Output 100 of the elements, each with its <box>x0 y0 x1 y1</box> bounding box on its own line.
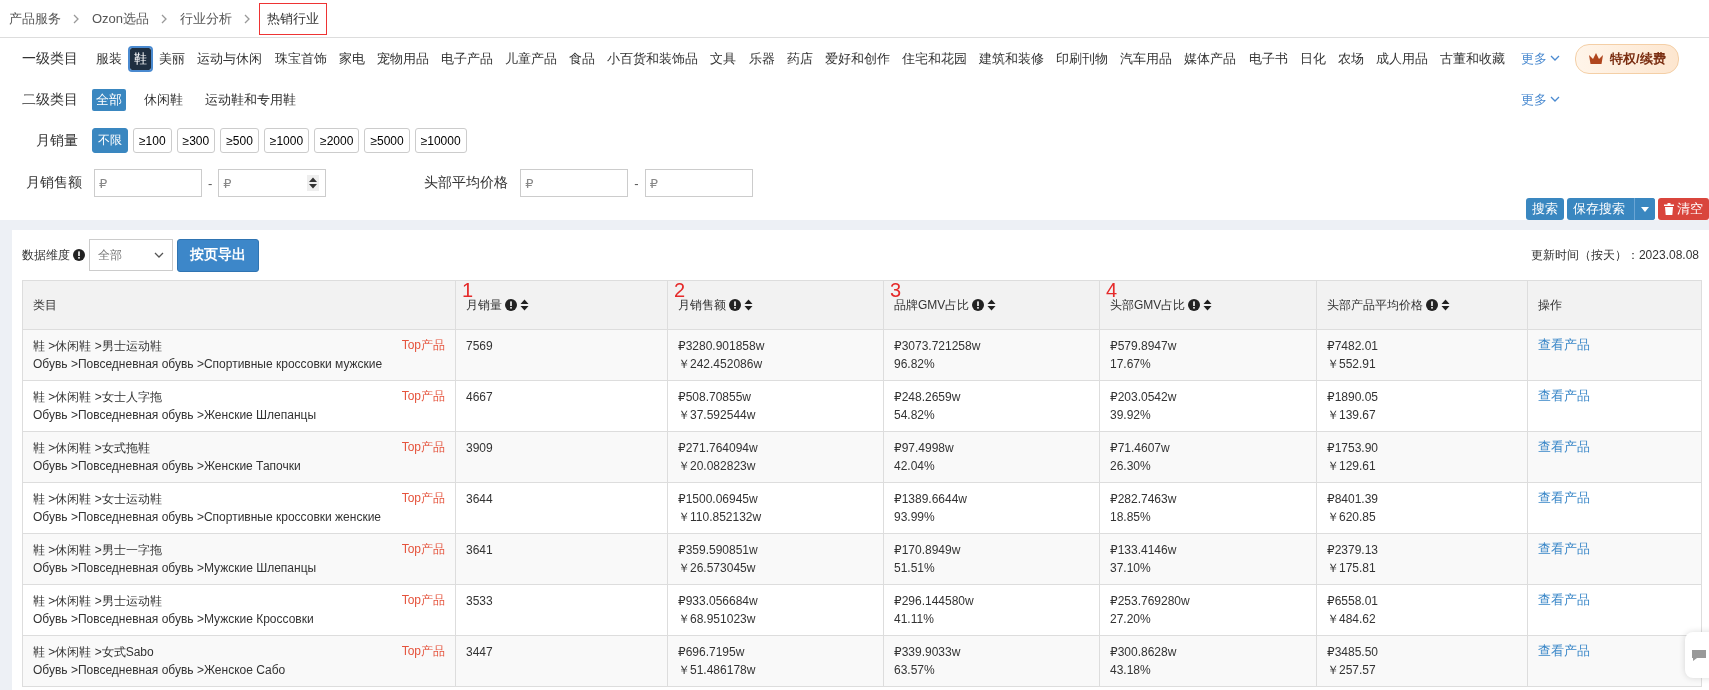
sales-option[interactable]: ≥300 <box>176 128 216 153</box>
category-option[interactable]: 运动与休闲 <box>193 47 267 70</box>
category-option[interactable]: 食品 <box>565 47 600 70</box>
column-header[interactable]: 月销售额 2 <box>667 280 884 330</box>
input-field[interactable]: ₽ <box>219 170 326 196</box>
category-option[interactable]: 成人用品 <box>1371 47 1432 70</box>
breadcrumb-link[interactable]: 产品服务 <box>5 4 65 33</box>
category-option[interactable]: 小百货和装饰品 <box>603 47 703 70</box>
search-button[interactable]: 搜索 <box>1526 198 1564 220</box>
view-products-link[interactable]: 查看产品 <box>1538 440 1590 454</box>
category-option[interactable]: 印刷刊物 <box>1052 47 1113 70</box>
category-option[interactable]: 美丽 <box>155 47 190 70</box>
breadcrumb-link[interactable]: 行业分析 <box>176 4 237 33</box>
category-option[interactable]: 汽车用品 <box>1116 47 1177 70</box>
view-products-link[interactable]: 查看产品 <box>1538 542 1590 556</box>
category-option[interactable]: 住宅和花园 <box>897 47 971 70</box>
stepper-icon[interactable] <box>307 175 320 191</box>
export-button[interactable]: 按页导出 <box>177 238 259 272</box>
update-time: 更新时间（按天）：2023.08.08 <box>1530 246 1699 264</box>
category-option[interactable]: 农场 <box>1333 47 1368 70</box>
top-products-link[interactable]: Top产品 <box>401 541 445 558</box>
sales-option[interactable]: ≥500 <box>220 128 259 153</box>
input-field[interactable]: ₽ <box>645 170 752 196</box>
yuan-price: ￥257.57 <box>1327 662 1377 679</box>
category-option[interactable]: 服装 <box>92 47 126 70</box>
chevron-right-icon <box>161 13 169 24</box>
sales-option[interactable]: ≥5000 <box>364 128 410 153</box>
category-option[interactable]: 休闲鞋 <box>140 88 187 111</box>
sort-icon[interactable] <box>1203 299 1213 311</box>
category-option[interactable]: 文具 <box>706 47 741 70</box>
sort-icon[interactable] <box>1441 299 1450 311</box>
yuan-revenue: ￥110.852132w <box>678 509 763 526</box>
top-products-link[interactable]: Top产品 <box>401 592 445 609</box>
category-option[interactable]: 媒体产品 <box>1180 47 1241 70</box>
more-link[interactable]: 更多 <box>1509 49 1569 68</box>
brand-share: 54.82% <box>894 407 936 424</box>
yuan-price: ￥552.91 <box>1327 356 1377 373</box>
chevron-down-icon <box>1550 55 1560 62</box>
crown-icon <box>1588 52 1604 65</box>
caret-icon[interactable] <box>1641 206 1649 212</box>
column-header[interactable]: 头部GMV占比 4 <box>1099 280 1317 330</box>
category-option[interactable]: 儿童产品 <box>501 47 561 70</box>
premium-button[interactable]: 特权/续费 <box>1575 43 1679 74</box>
category-option[interactable]: 电子书 <box>1244 47 1292 70</box>
yuan-revenue: ￥68.951023w <box>678 611 757 628</box>
category-option[interactable]: 建筑和装修 <box>975 47 1048 70</box>
column-header[interactable]: 品牌GMV占比 3 <box>883 280 1100 330</box>
category-option[interactable]: 鞋 <box>130 47 152 70</box>
sales-option[interactable]: ≥1000 <box>263 128 310 153</box>
column-title: 品牌GMV占比 <box>894 297 970 314</box>
yuan-price: ￥139.67 <box>1327 407 1377 424</box>
category-option[interactable]: 药店 <box>782 47 817 70</box>
ruble-price: ₽3485.50 <box>1327 644 1379 661</box>
view-products-link[interactable]: 查看产品 <box>1538 491 1590 505</box>
ruble-revenue: ₽3280.901858w <box>678 338 766 355</box>
category-option[interactable]: 古董和收藏 <box>1436 47 1509 70</box>
category-option[interactable]: 日化 <box>1295 47 1330 70</box>
top-products-link[interactable]: Top产品 <box>401 337 445 354</box>
top-products-link[interactable]: Top产品 <box>401 490 445 507</box>
breadcrumb-link[interactable]: 热销行业 <box>259 2 328 35</box>
top-share: 27.20% <box>1110 611 1152 628</box>
ruble-revenue: ₽508.70855w <box>678 389 753 406</box>
input-field[interactable]: ₽ <box>521 170 628 196</box>
category-option[interactable]: 家电 <box>334 47 369 70</box>
sales-option[interactable]: ≥2000 <box>314 128 360 153</box>
category-option[interactable]: 运动鞋和专用鞋 <box>201 88 300 111</box>
top-products-link[interactable]: Top产品 <box>401 643 445 660</box>
top-share: 39.92% <box>1110 407 1152 424</box>
sales-option[interactable]: 不限 <box>92 128 128 153</box>
ruble-price: ₽6558.01 <box>1327 593 1379 610</box>
column-header[interactable]: 月销量 1 <box>455 280 668 330</box>
save-search-button[interactable]: 保存搜索 <box>1567 198 1655 220</box>
more-link[interactable]: 更多 <box>1509 90 1569 109</box>
category-option[interactable]: 乐器 <box>744 47 779 70</box>
category-option[interactable]: 全部 <box>92 88 126 111</box>
category-option[interactable]: 宠物用品 <box>372 47 433 70</box>
view-products-link[interactable]: 查看产品 <box>1538 644 1590 658</box>
ruble-revenue: ₽696.7195w <box>678 644 746 661</box>
view-products-link[interactable]: 查看产品 <box>1538 389 1590 403</box>
view-products-link[interactable]: 查看产品 <box>1538 593 1590 607</box>
sort-icon[interactable] <box>744 299 753 311</box>
category-option[interactable]: 珠宝首饰 <box>270 47 331 70</box>
input-field[interactable]: ₽ <box>95 170 201 196</box>
sales-option[interactable]: ≥100 <box>133 128 172 153</box>
breadcrumb-link[interactable]: Ozon选品 <box>88 4 154 33</box>
sort-icon[interactable] <box>520 299 529 311</box>
info-icon <box>729 299 741 311</box>
column-header[interactable]: 头部产品平均价格 <box>1316 280 1528 330</box>
clear-button[interactable]: 清空 <box>1658 198 1709 220</box>
category-option[interactable]: 爱好和创作 <box>820 47 894 70</box>
ruble-price: ₽1753.90 <box>1327 440 1379 457</box>
ruble-price: ₽7482.01 <box>1327 338 1379 355</box>
top-products-link[interactable]: Top产品 <box>401 439 445 456</box>
top-products-link[interactable]: Top产品 <box>401 388 445 405</box>
sort-icon[interactable] <box>987 299 997 311</box>
dimension-select[interactable]: 全部 <box>89 239 173 271</box>
annotation-number: 3 <box>890 281 902 299</box>
sales-option[interactable]: ≥10000 <box>414 128 467 153</box>
category-option[interactable]: 电子产品 <box>436 47 497 70</box>
view-products-link[interactable]: 查看产品 <box>1538 338 1590 352</box>
